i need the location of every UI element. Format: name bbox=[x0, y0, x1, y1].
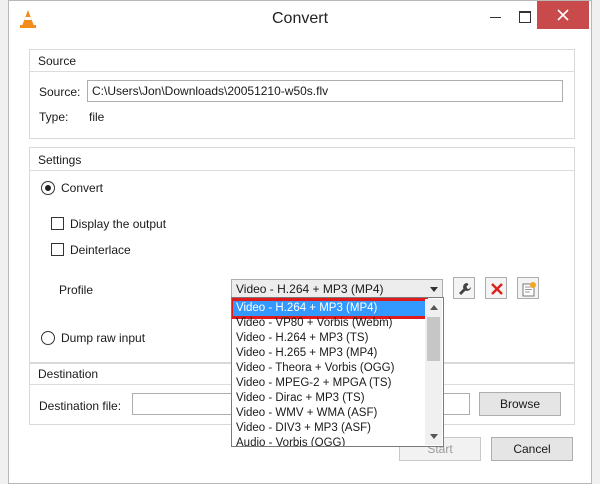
chevron-down-icon bbox=[430, 287, 438, 292]
scroll-up-icon[interactable] bbox=[425, 299, 442, 315]
dump-raw-label[interactable]: Dump raw input bbox=[61, 331, 145, 345]
source-separator bbox=[29, 71, 575, 72]
display-output-checkbox[interactable] bbox=[51, 217, 64, 230]
profile-option[interactable]: Video - VP80 + Vorbis (Webm) bbox=[233, 316, 425, 331]
convert-radio-label[interactable]: Convert bbox=[61, 181, 103, 195]
profile-select-value: Video - H.264 + MP3 (MP4) bbox=[236, 282, 384, 296]
profile-label: Profile bbox=[59, 283, 94, 297]
dropdown-scrollbar[interactable] bbox=[425, 299, 442, 445]
profile-option[interactable]: Video - WMV + WMA (ASF) bbox=[233, 406, 425, 421]
profile-select[interactable]: Video - H.264 + MP3 (MP4) bbox=[231, 279, 443, 299]
deinterlace-checkbox[interactable] bbox=[51, 243, 64, 256]
profile-option[interactable]: Video - Dirac + MP3 (TS) bbox=[233, 391, 425, 406]
profile-option[interactable]: Video - H.265 + MP3 (MP4) bbox=[233, 346, 425, 361]
source-group-label: Source bbox=[38, 54, 77, 68]
close-icon bbox=[557, 9, 569, 21]
scroll-down-icon[interactable] bbox=[425, 429, 442, 445]
new-profile-button[interactable] bbox=[517, 277, 539, 299]
source-label: Source: bbox=[39, 85, 81, 99]
delete-icon bbox=[491, 283, 503, 295]
dump-raw-radio[interactable] bbox=[41, 331, 55, 345]
title-bar[interactable]: Convert bbox=[9, 1, 591, 37]
profile-option[interactable]: Audio - Vorbis (OGG) bbox=[233, 436, 425, 446]
profile-option[interactable]: Video - DIV3 + MP3 (ASF) bbox=[233, 421, 425, 436]
destination-group-label: Destination bbox=[38, 367, 99, 381]
browse-button[interactable]: Browse bbox=[479, 392, 561, 416]
source-path-field[interactable]: C:\Users\Jon\Downloads\20051210-w50s.flv bbox=[87, 80, 563, 102]
settings-separator bbox=[29, 170, 575, 171]
display-output-label[interactable]: Display the output bbox=[70, 217, 166, 231]
type-value: file bbox=[89, 110, 105, 124]
destination-file-label: Destination file: bbox=[39, 399, 122, 413]
cancel-button[interactable]: Cancel bbox=[491, 437, 573, 461]
convert-dialog: Convert Source Source: C:\Users\Jon\Down… bbox=[8, 0, 592, 484]
profile-dropdown-list[interactable]: Video - H.264 + MP3 (MP4) Video - VP80 +… bbox=[231, 297, 444, 447]
profile-option[interactable]: Video - Theora + Vorbis (OGG) bbox=[233, 361, 425, 376]
profile-option[interactable]: Video - MPEG-2 + MPGA (TS) bbox=[233, 376, 425, 391]
profile-option[interactable]: Video - H.264 + MP3 (TS) bbox=[233, 331, 425, 346]
delete-profile-button[interactable] bbox=[485, 277, 507, 299]
deinterlace-label[interactable]: Deinterlace bbox=[70, 243, 131, 257]
wrench-icon bbox=[459, 283, 471, 295]
edit-profile-button[interactable] bbox=[453, 277, 475, 299]
settings-group-label: Settings bbox=[38, 153, 82, 167]
convert-radio[interactable] bbox=[41, 181, 55, 195]
scroll-thumb[interactable] bbox=[427, 317, 440, 361]
type-label: Type: bbox=[39, 110, 69, 124]
profile-option[interactable]: Video - H.264 + MP3 (MP4) bbox=[232, 298, 428, 319]
new-profile-icon bbox=[522, 282, 536, 297]
close-button[interactable] bbox=[537, 1, 589, 29]
